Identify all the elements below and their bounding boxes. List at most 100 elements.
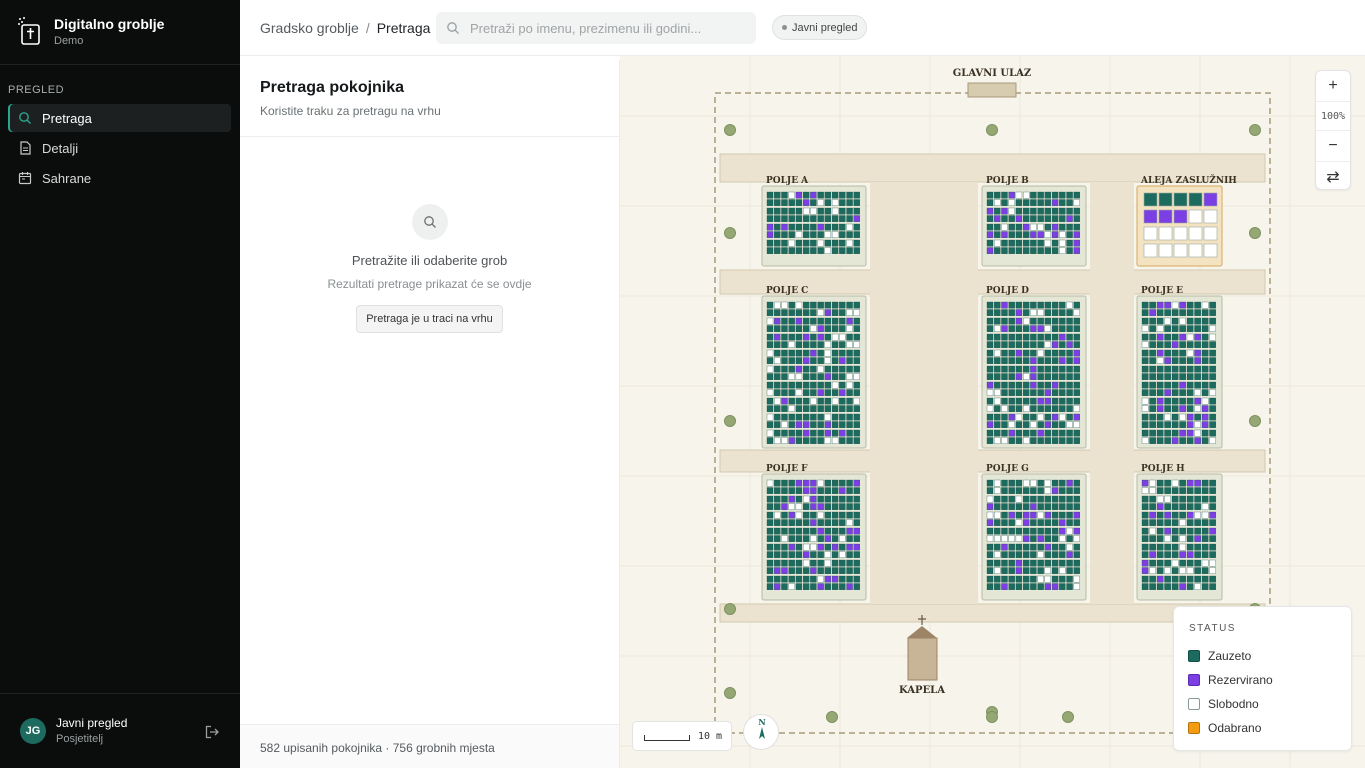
grave-plot[interactable] [1037,365,1044,373]
grave-plot[interactable] [1044,437,1052,444]
grave-plot[interactable] [1209,317,1216,325]
grave-plot[interactable] [846,567,853,574]
grave-plot[interactable] [1015,357,1023,364]
grave-plot[interactable] [1015,341,1023,348]
grave-plot[interactable] [1164,479,1171,487]
grave-plot[interactable] [781,511,788,519]
grave-plot[interactable] [986,309,994,316]
grave-plot[interactable] [1194,479,1201,487]
grave-plot[interactable] [853,551,860,558]
grave-plot[interactable] [1201,389,1209,396]
grave-plot[interactable] [781,365,788,373]
grave-plot[interactable] [1008,429,1015,437]
grave-plot[interactable] [774,503,781,510]
grave-plot[interactable] [766,511,774,519]
grave-plot[interactable] [1059,405,1066,412]
grave-plot[interactable] [788,317,795,325]
grave-plot[interactable] [788,199,795,206]
grave-plot[interactable] [795,207,803,215]
grave-plot[interactable] [1179,333,1186,341]
grave-plot[interactable] [1141,309,1149,316]
grave-plot[interactable] [1149,487,1156,494]
grave-plot[interactable] [1201,543,1209,551]
grave-plot[interactable] [795,397,803,405]
grave-plot[interactable] [810,191,817,199]
grave-plot[interactable] [1141,301,1149,309]
grave-plot[interactable] [810,437,817,444]
grave-plot[interactable] [766,215,774,222]
grave-plot[interactable] [824,487,832,494]
grave-plot[interactable] [1066,301,1073,309]
grave-plot[interactable] [1179,551,1186,558]
grave-plot[interactable] [1179,511,1186,519]
grave-plot[interactable] [1149,405,1156,412]
grave-plot[interactable] [1059,349,1066,357]
grave-plot[interactable] [994,191,1001,199]
grave-plot[interactable] [803,373,810,380]
grave-plot[interactable] [1141,479,1149,487]
grave-plot[interactable] [817,349,824,357]
grave-plot[interactable] [1179,413,1186,421]
grave-plot[interactable] [986,405,994,412]
grave-plot[interactable] [803,519,810,526]
grave-plot[interactable] [1209,511,1216,519]
grave-plot[interactable] [788,479,795,487]
grave-plot[interactable] [1044,429,1052,437]
grave-plot[interactable] [1186,317,1194,325]
grave-plot[interactable] [1179,487,1186,494]
grave-plot[interactable] [1037,215,1044,222]
grave-plot[interactable] [1059,437,1066,444]
grave-plot[interactable] [994,519,1001,526]
grave-plot[interactable] [1030,551,1037,558]
grave-plot[interactable] [1073,207,1080,215]
grave-plot[interactable] [1066,487,1073,494]
grave-plot[interactable] [817,357,824,364]
grave-plot[interactable] [1037,341,1044,348]
grave-plot[interactable] [1194,535,1201,542]
grave-plot[interactable] [1209,429,1216,437]
grave-plot[interactable] [1073,357,1080,364]
grave-plot[interactable] [766,239,774,247]
grave-plot[interactable] [1209,495,1216,503]
grave-plot[interactable] [817,437,824,444]
search-hint-button[interactable]: Pretraga je u traci na vrhu [356,305,503,333]
grave-plot[interactable] [1051,479,1059,487]
grave-plot[interactable] [774,397,781,405]
grave-plot[interactable] [846,511,853,519]
grave-plot[interactable] [1149,567,1156,574]
grave-plot[interactable] [1066,239,1073,247]
grave-plot[interactable] [788,429,795,437]
grave-plot[interactable] [1015,301,1023,309]
grave-plot[interactable] [1030,301,1037,309]
grave-plot[interactable] [774,583,781,590]
grave-plot[interactable] [1186,381,1194,389]
grave-plot[interactable] [1023,191,1030,199]
grave-plot[interactable] [1051,365,1059,373]
grave-plot[interactable] [766,365,774,373]
grave-plot[interactable] [1037,357,1044,364]
grave-plot[interactable] [846,519,853,526]
grave-plot[interactable] [1171,575,1179,583]
grave-plot[interactable] [817,575,824,583]
grave-plot[interactable] [1141,543,1149,551]
grave-plot[interactable] [817,247,824,254]
grave-plot[interactable] [774,215,781,222]
grave-plot[interactable] [1051,389,1059,396]
grave-plot[interactable] [1037,487,1044,494]
grave-plot[interactable] [1209,575,1216,583]
grave-plot[interactable] [1179,535,1186,542]
grave-plot[interactable] [817,535,824,542]
grave-plot[interactable] [1015,191,1023,199]
grave-plot[interactable] [986,191,994,199]
grave-plot[interactable] [1179,519,1186,526]
grave-plot[interactable] [853,309,860,316]
grave-plot[interactable] [1044,231,1052,238]
grave-plot[interactable] [1186,527,1194,535]
grave-plot[interactable] [839,317,846,325]
grave-plot[interactable] [1156,487,1164,494]
grave-plot[interactable] [824,239,832,247]
grave-plot[interactable] [994,575,1001,583]
grave-plot[interactable] [1066,231,1073,238]
grave-plot[interactable] [1186,479,1194,487]
grave-plot[interactable] [788,543,795,551]
